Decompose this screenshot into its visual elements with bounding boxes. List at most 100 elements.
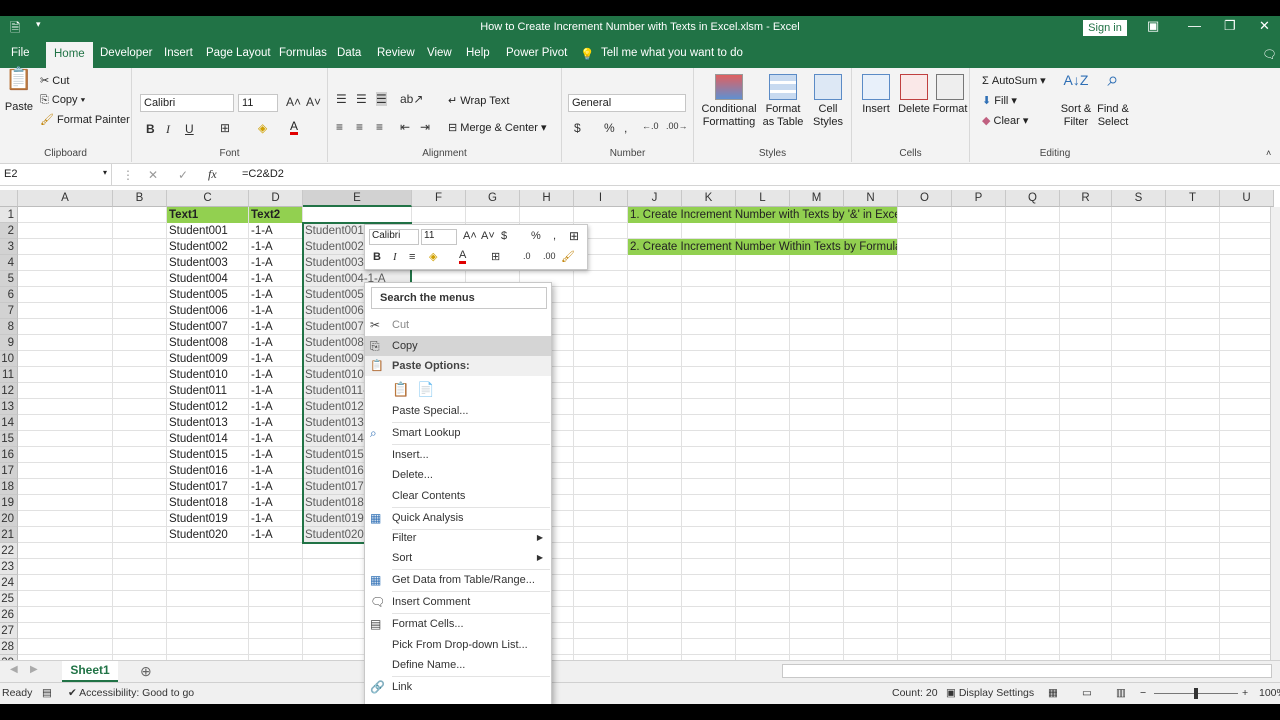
mini-center-icon[interactable]: ≡ bbox=[409, 251, 415, 263]
row-header-25[interactable]: 25 bbox=[0, 591, 18, 607]
row-header-26[interactable]: 26 bbox=[0, 607, 18, 623]
cell-d7[interactable]: -1-A bbox=[249, 303, 302, 319]
row-header-4[interactable]: 4 bbox=[0, 255, 18, 271]
cell-c13[interactable]: Student012 bbox=[167, 399, 248, 415]
display-settings[interactable]: ▣ Display Settings bbox=[946, 687, 1034, 699]
cell-d11[interactable]: -1-A bbox=[249, 367, 302, 383]
cell-d6[interactable]: -1-A bbox=[249, 287, 302, 303]
page-break-icon[interactable]: ▥ bbox=[1116, 687, 1126, 699]
minimize-button[interactable]: — bbox=[1188, 18, 1201, 33]
cell-d15[interactable]: -1-A bbox=[249, 431, 302, 447]
column-header-j[interactable]: J bbox=[628, 190, 682, 207]
insert-cells-button[interactable]: Insert bbox=[858, 74, 894, 116]
merge-center-button[interactable]: ⊟ Merge & Center ▾ bbox=[448, 121, 547, 134]
row-header-1[interactable]: 1 bbox=[0, 207, 18, 223]
cell-c5[interactable]: Student004 bbox=[167, 271, 248, 287]
cell-d3[interactable]: -1-A bbox=[249, 239, 302, 255]
menu-smart-lookup[interactable]: ⌕ Smart Lookup bbox=[365, 423, 551, 443]
menu-sort[interactable]: Sort ▶ bbox=[365, 548, 551, 568]
cell-c7[interactable]: Student006 bbox=[167, 303, 248, 319]
cell-c19[interactable]: Student018 bbox=[167, 495, 248, 511]
column-header-p[interactable]: P bbox=[952, 190, 1006, 207]
row-header-6[interactable]: 6 bbox=[0, 287, 18, 303]
cell-c21[interactable]: Student020 bbox=[167, 527, 248, 543]
mini-size-box[interactable]: 11 bbox=[421, 229, 457, 245]
grow-font-icon[interactable]: A˄ bbox=[286, 95, 301, 109]
column-header-o[interactable]: O bbox=[898, 190, 952, 207]
mini-format-painter-icon[interactable]: 🖌 bbox=[561, 250, 575, 263]
mini-percent-icon[interactable]: % bbox=[531, 230, 541, 242]
clear-button[interactable]: ◆ Clear ▾ bbox=[982, 114, 1028, 127]
ribbon-display-icon[interactable]: ▣ bbox=[1147, 18, 1159, 34]
column-header-d[interactable]: D bbox=[249, 190, 303, 207]
tab-data[interactable]: Data bbox=[337, 47, 361, 59]
row-header-21[interactable]: 21 bbox=[0, 527, 18, 543]
cell-c9[interactable]: Student008 bbox=[167, 335, 248, 351]
cell-c3[interactable]: Student002 bbox=[167, 239, 248, 255]
row-header-9[interactable]: 9 bbox=[0, 335, 18, 351]
column-header-i[interactable]: I bbox=[574, 190, 628, 207]
macro-icon[interactable]: ▤ bbox=[42, 687, 52, 699]
cell-c18[interactable]: Student017 bbox=[167, 479, 248, 495]
row-header-28[interactable]: 28 bbox=[0, 639, 18, 655]
row-header-27[interactable]: 27 bbox=[0, 623, 18, 639]
prev-sheet-icon[interactable]: ◀ bbox=[10, 664, 18, 675]
select-all-corner[interactable] bbox=[0, 190, 18, 207]
align-right-icon[interactable]: ≡ bbox=[376, 120, 383, 134]
search-menus-input[interactable]: Search the menus bbox=[371, 287, 547, 309]
mini-increase-decimal-icon[interactable]: .0 bbox=[523, 251, 531, 261]
align-middle-icon[interactable]: ☰ bbox=[356, 92, 367, 106]
name-box[interactable]: E2 ▾ bbox=[0, 164, 112, 186]
cell-d18[interactable]: -1-A bbox=[249, 479, 302, 495]
column-header-c[interactable]: C bbox=[167, 190, 249, 207]
formula-input[interactable]: =C2&D2 bbox=[242, 168, 284, 180]
cell-c4[interactable]: Student003 bbox=[167, 255, 248, 271]
cell-styles-button[interactable]: Cell Styles bbox=[808, 74, 848, 129]
cell-d17[interactable]: -1-A bbox=[249, 463, 302, 479]
cell-d20[interactable]: -1-A bbox=[249, 511, 302, 527]
column-header-q[interactable]: Q bbox=[1006, 190, 1060, 207]
menu-get-data[interactable]: ▦ Get Data from Table/Range... bbox=[365, 570, 551, 590]
align-bottom-icon[interactable]: ☰ bbox=[376, 92, 387, 106]
column-header-a[interactable]: A bbox=[18, 190, 113, 207]
tab-review[interactable]: Review bbox=[377, 47, 415, 59]
mini-grow-font-icon[interactable]: A˄ bbox=[463, 230, 477, 242]
mini-decrease-decimal-icon[interactable]: .00 bbox=[543, 251, 556, 261]
tab-developer[interactable]: Developer bbox=[100, 47, 152, 59]
zoom-in-icon[interactable]: + bbox=[1242, 687, 1248, 699]
comma-icon[interactable]: , bbox=[624, 121, 627, 135]
decrease-indent-icon[interactable]: ⇤ bbox=[400, 120, 410, 134]
accessibility-status[interactable]: ✔ Accessibility: Good to go bbox=[68, 687, 194, 699]
row-header-2[interactable]: 2 bbox=[0, 223, 18, 239]
autosum-button[interactable]: Σ AutoSum ▾ bbox=[982, 74, 1046, 87]
comments-icon[interactable]: 🗨 bbox=[1262, 47, 1277, 61]
font-color-icon[interactable]: A bbox=[290, 120, 299, 135]
normal-view-icon[interactable]: ▦ bbox=[1048, 687, 1058, 699]
borders-icon[interactable]: ⊞ bbox=[220, 121, 230, 135]
tell-me-box[interactable]: Tell me what you want to do bbox=[601, 47, 743, 59]
decrease-decimal-icon[interactable]: .00→ bbox=[666, 121, 688, 131]
sheet-tab-sheet1[interactable]: Sheet1 bbox=[62, 661, 118, 683]
column-header-t[interactable]: T bbox=[1166, 190, 1220, 207]
align-top-icon[interactable]: ☰ bbox=[336, 92, 347, 106]
tab-help[interactable]: Help bbox=[466, 47, 490, 59]
cell-c16[interactable]: Student015 bbox=[167, 447, 248, 463]
vertical-scrollbar[interactable] bbox=[1270, 207, 1280, 678]
row-header-14[interactable]: 14 bbox=[0, 415, 18, 431]
font-size-box[interactable]: 11 bbox=[238, 94, 278, 112]
cell-c14[interactable]: Student013 bbox=[167, 415, 248, 431]
zoom-level[interactable]: 100% bbox=[1259, 687, 1280, 699]
column-header-f[interactable]: F bbox=[412, 190, 466, 207]
row-header-12[interactable]: 12 bbox=[0, 383, 18, 399]
mini-comma-icon[interactable]: , bbox=[553, 230, 556, 242]
cell-d14[interactable]: -1-A bbox=[249, 415, 302, 431]
menu-insert[interactable]: Insert... bbox=[365, 445, 551, 465]
cut-button[interactable]: ✂ Cut bbox=[40, 74, 69, 87]
mini-format-icon[interactable]: ⊞ bbox=[569, 229, 579, 243]
mini-borders-icon[interactable]: ⊞ bbox=[491, 250, 500, 263]
column-header-e[interactable]: E bbox=[303, 190, 412, 207]
underline-icon[interactable]: U bbox=[185, 122, 194, 136]
menu-paste-special[interactable]: Paste Special... bbox=[365, 401, 551, 421]
mini-font-box[interactable]: Calibri bbox=[369, 229, 419, 245]
menu-cut[interactable]: ✂ Cut bbox=[365, 315, 551, 335]
